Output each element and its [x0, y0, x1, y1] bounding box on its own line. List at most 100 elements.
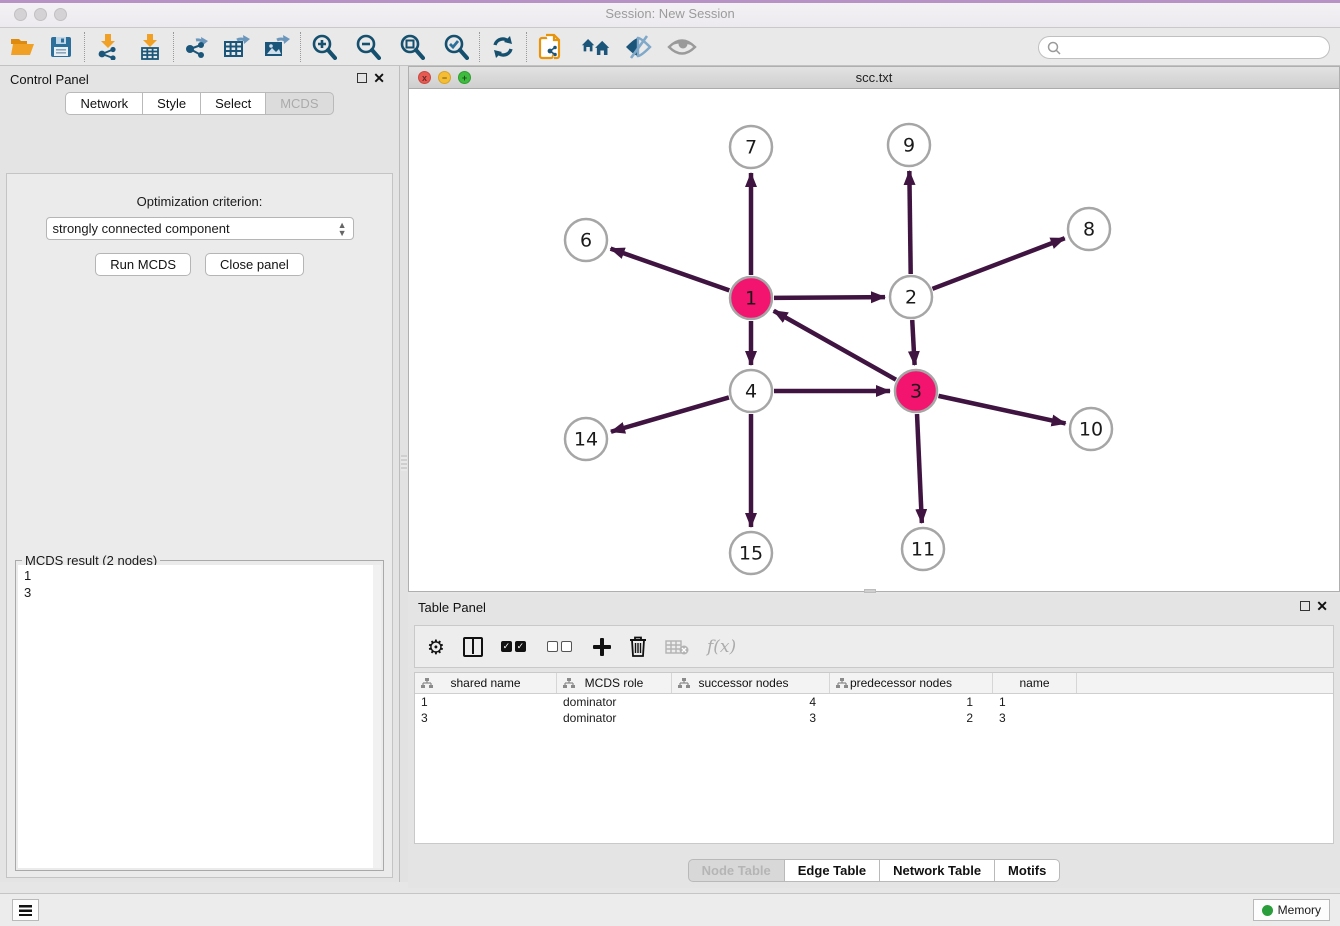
- criterion-dropdown[interactable]: strongly connected component ▲▼: [46, 217, 354, 240]
- cell-mcds-role[interactable]: dominator: [557, 694, 672, 710]
- graph-node-label-10: 10: [1079, 419, 1103, 441]
- duplicate-network-icon[interactable]: [535, 32, 565, 62]
- search-icon: [1047, 41, 1061, 55]
- memory-status-icon: [1262, 905, 1273, 916]
- column-header-successor-nodes[interactable]: successor nodes: [672, 673, 830, 693]
- cell-predecessor-nodes[interactable]: 1: [830, 694, 993, 710]
- show-panels-button[interactable]: [12, 899, 39, 921]
- close-table-panel-icon[interactable]: ✕: [1316, 598, 1328, 614]
- app-title-bar: Session: New Session: [0, 0, 1340, 28]
- table-row[interactable]: 3 dominator 3 2 3: [415, 710, 1333, 726]
- table-toolbar: ⚙ ✓✓ f(x): [414, 625, 1334, 668]
- cell-successor-nodes[interactable]: 3: [672, 710, 830, 726]
- network-canvas[interactable]: 7968124314101511: [409, 89, 1339, 591]
- graph-edge-2-9[interactable]: [909, 171, 910, 274]
- memory-button[interactable]: Memory: [1253, 899, 1330, 921]
- cybrowser-home-icon[interactable]: [581, 32, 611, 62]
- column-header-predecessor-nodes[interactable]: predecessor nodes: [830, 673, 993, 693]
- export-network-icon[interactable]: [182, 32, 212, 62]
- graph-node-label-11: 11: [911, 539, 935, 561]
- toolbar-separator: [479, 32, 480, 62]
- network-resize-grip[interactable]: [864, 589, 876, 593]
- graph-edge-3-11[interactable]: [917, 414, 922, 523]
- close-panel-button[interactable]: Close panel: [205, 253, 304, 276]
- cell-successor-nodes[interactable]: 4: [672, 694, 830, 710]
- cell-predecessor-nodes[interactable]: 2: [830, 710, 993, 726]
- graph-edge-1-2[interactable]: [774, 297, 885, 298]
- delete-rows-icon[interactable]: [629, 634, 647, 660]
- tab-mcds[interactable]: MCDS: [266, 92, 333, 115]
- zoom-in-icon[interactable]: [309, 32, 339, 62]
- float-table-panel-icon[interactable]: [1300, 601, 1310, 611]
- tab-network-table[interactable]: Network Table: [880, 859, 995, 882]
- column-header-shared-name[interactable]: shared name: [415, 673, 557, 693]
- cell-shared-name[interactable]: 1: [415, 694, 557, 710]
- cell-name[interactable]: 1: [993, 694, 1077, 710]
- delete-table-icon: [665, 634, 689, 660]
- zoom-fit-icon[interactable]: [397, 32, 427, 62]
- network-window-titlebar[interactable]: x − + scc.txt: [409, 67, 1339, 89]
- mcds-result-text[interactable]: 1 3: [18, 565, 381, 868]
- splitter-grip[interactable]: [401, 455, 407, 471]
- add-row-icon[interactable]: [593, 634, 611, 660]
- graph-node-label-6: 6: [580, 230, 592, 252]
- tab-edge-table[interactable]: Edge Table: [785, 859, 880, 882]
- graph-edge-2-8[interactable]: [932, 238, 1064, 289]
- zoom-out-icon[interactable]: [353, 32, 383, 62]
- cell-mcds-role[interactable]: dominator: [557, 710, 672, 726]
- export-table-icon[interactable]: [222, 32, 252, 62]
- search-input[interactable]: [1061, 41, 1311, 55]
- tab-style[interactable]: Style: [143, 92, 201, 115]
- table-panel-tabs: Node Table Edge Table Network Table Moti…: [408, 859, 1340, 882]
- control-panel-tabs: Network Style Select MCDS: [0, 92, 399, 115]
- mcds-panel-body: Optimization criterion: strongly connect…: [6, 173, 393, 878]
- tab-select[interactable]: Select: [201, 92, 266, 115]
- close-panel-icon[interactable]: ✕: [373, 70, 385, 86]
- column-header-name[interactable]: name: [993, 673, 1077, 693]
- graph-edges: [611, 171, 1066, 527]
- cell-shared-name[interactable]: 3: [415, 710, 557, 726]
- deselect-all-rows-icon[interactable]: [547, 634, 575, 660]
- panel-splitter[interactable]: [400, 66, 408, 882]
- dropdown-stepper-icon: ▲▼: [338, 221, 347, 237]
- tab-motifs[interactable]: Motifs: [995, 859, 1060, 882]
- table-panel-title: Table Panel: [418, 600, 486, 615]
- graph-edge-2-3[interactable]: [912, 320, 914, 365]
- export-image-icon[interactable]: [262, 32, 292, 62]
- tab-node-table[interactable]: Node Table: [688, 859, 785, 882]
- column-header-mcds-role[interactable]: MCDS role: [557, 673, 672, 693]
- run-mcds-button[interactable]: Run MCDS: [95, 253, 191, 276]
- graph-edge-3-1[interactable]: [774, 311, 896, 380]
- graph-edge-3-10[interactable]: [938, 396, 1065, 424]
- float-panel-icon[interactable]: [357, 73, 367, 83]
- graph-node-label-15: 15: [739, 543, 763, 565]
- refresh-view-icon[interactable]: [488, 32, 518, 62]
- window-accent-strip: [0, 0, 1340, 3]
- table-row[interactable]: 1 dominator 4 1 1: [415, 694, 1333, 710]
- graph-edge-1-6[interactable]: [611, 249, 730, 291]
- open-session-icon[interactable]: [8, 32, 38, 62]
- import-network-icon[interactable]: [93, 32, 123, 62]
- save-session-icon[interactable]: [46, 32, 76, 62]
- select-all-rows-icon[interactable]: ✓✓: [501, 634, 529, 660]
- graph-node-label-4: 4: [745, 381, 757, 403]
- cell-name[interactable]: 3: [993, 710, 1077, 726]
- column-tree-icon: [836, 678, 848, 689]
- search-box[interactable]: [1038, 36, 1330, 59]
- network-window-title: scc.txt: [409, 70, 1339, 85]
- import-table-icon[interactable]: [135, 32, 165, 62]
- column-settings-icon[interactable]: ⚙: [427, 634, 445, 660]
- toolbar-separator: [300, 32, 301, 62]
- list-icon: [19, 905, 32, 916]
- table-panel: Table Panel ✕ ⚙ ✓✓ f(x) shared name MCDS…: [408, 594, 1340, 888]
- column-tree-icon: [563, 678, 575, 689]
- zoom-selected-icon[interactable]: [441, 32, 471, 62]
- hide-graphics-details-icon[interactable]: [623, 32, 653, 62]
- function-builder-icon: f(x): [707, 634, 736, 660]
- show-graphics-details-icon[interactable]: [667, 32, 697, 62]
- graph-edge-4-14[interactable]: [611, 397, 729, 431]
- table-header-row: shared name MCDS role successor nodes pr…: [415, 673, 1333, 694]
- tab-network[interactable]: Network: [65, 92, 143, 115]
- result-scrollbar[interactable]: [373, 565, 381, 868]
- toggle-column-display-icon[interactable]: [463, 634, 483, 660]
